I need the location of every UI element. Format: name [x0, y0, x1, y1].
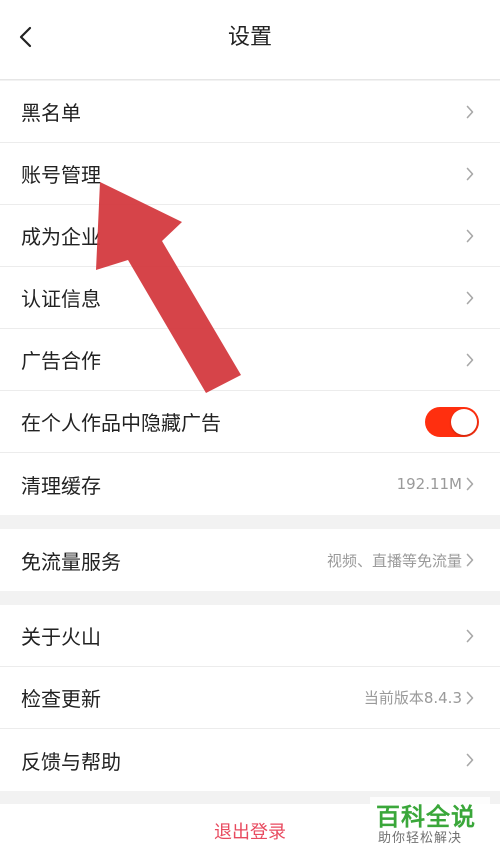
- chevron-right-icon: [464, 353, 476, 367]
- watermark-logo: 百科全说 助你轻松解决: [370, 797, 490, 853]
- row-label: 认证信息: [21, 287, 101, 311]
- chevron-right-icon: [464, 229, 476, 243]
- row-label: 在个人作品中隐藏广告: [21, 411, 221, 435]
- row-verification-info[interactable]: 认证信息: [0, 267, 500, 329]
- current-version-value: 当前版本8.4.3: [363, 689, 462, 707]
- row-clear-cache[interactable]: 清理缓存 192.11M: [0, 453, 500, 515]
- row-label: 检查更新: [21, 687, 101, 711]
- row-label: 免流量服务: [21, 549, 121, 574]
- row-hide-ads: 在个人作品中隐藏广告: [0, 391, 500, 453]
- row-label: 反馈与帮助: [21, 749, 121, 774]
- row-check-update[interactable]: 检查更新 当前版本8.4.3: [0, 667, 500, 729]
- settings-group-data: 免流量服务 视频、直播等免流量: [0, 529, 500, 591]
- toggle-knob: [451, 408, 477, 435]
- row-free-data-service[interactable]: 免流量服务 视频、直播等免流量: [0, 529, 500, 591]
- row-feedback-help[interactable]: 反馈与帮助: [0, 729, 500, 791]
- row-label: 成为企业: [21, 225, 101, 249]
- chevron-right-icon: [464, 291, 476, 305]
- row-ad-cooperation[interactable]: 广告合作: [0, 329, 500, 391]
- chevron-right-icon: [464, 105, 476, 119]
- watermark-subtitle: 助你轻松解决: [378, 831, 463, 846]
- row-become-enterprise[interactable]: 成为企业: [0, 205, 500, 267]
- free-data-description: 视频、直播等免流量: [326, 551, 462, 570]
- settings-group-about: 关于火山 检查更新 当前版本8.4.3 反馈与帮助: [0, 605, 500, 791]
- row-label: 账号管理: [21, 163, 101, 187]
- chevron-right-icon: [464, 629, 476, 643]
- chevron-right-icon: [464, 691, 476, 705]
- settings-group-account: 黑名单 账号管理 成为企业 认证信息 广告合作 在个人作品中隐藏广告 清理缓存 …: [0, 81, 500, 515]
- row-label: 关于火山: [21, 625, 101, 649]
- row-label: 黑名单: [21, 101, 81, 125]
- cache-size-value: 192.11M: [396, 475, 462, 493]
- chevron-right-icon: [464, 477, 476, 491]
- hide-ads-toggle[interactable]: [425, 406, 479, 437]
- row-about[interactable]: 关于火山: [0, 605, 500, 667]
- page-title: 设置: [227, 25, 272, 50]
- chevron-right-icon: [464, 553, 476, 567]
- row-label: 清理缓存: [21, 473, 101, 498]
- nav-header: 设置: [0, 0, 500, 80]
- row-account-management[interactable]: 账号管理: [0, 143, 500, 205]
- chevron-right-icon: [464, 167, 476, 181]
- row-label: 广告合作: [21, 349, 101, 373]
- row-blacklist[interactable]: 黑名单: [0, 81, 500, 143]
- chevron-right-icon: [464, 753, 476, 767]
